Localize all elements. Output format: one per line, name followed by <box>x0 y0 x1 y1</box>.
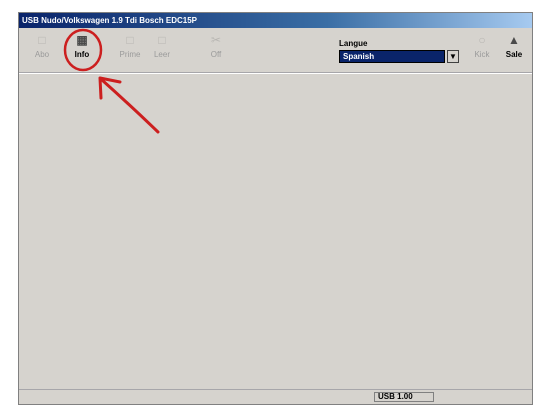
language-select[interactable]: Spanish <box>339 50 445 63</box>
toolbar-button-leer[interactable]: □ Leer <box>147 32 177 66</box>
toolbar-button-label: Leer <box>153 50 170 59</box>
title-bar[interactable]: USB Nudo/Volkswagen 1.9 Tdi Bosch EDC15P <box>19 13 532 28</box>
write-icon: □ <box>158 33 166 47</box>
info-icon: ▦ <box>76 33 88 47</box>
language-label: Langue <box>339 39 368 48</box>
main-workspace <box>19 73 532 389</box>
exit-icon: ▲ <box>508 33 520 47</box>
toolbar-button-label: Off <box>210 50 222 59</box>
toolbar-button-label: Sale <box>505 50 523 59</box>
cut-icon: ✂ <box>210 33 222 47</box>
toolbar-button-label: Kick <box>474 50 490 59</box>
toolbar-button-label: Abo <box>34 50 50 59</box>
language-selected-value: Spanish <box>343 52 375 61</box>
toolbar: □ Abo ▦ Info □ Prime □ Leer ✂ Off Langue… <box>19 28 532 73</box>
open-icon: □ <box>38 33 46 47</box>
window-title: USB Nudo/Volkswagen 1.9 Tdi Bosch EDC15P <box>22 16 197 25</box>
toolbar-button-abo[interactable]: □ Abo <box>27 32 57 66</box>
application-window: USB Nudo/Volkswagen 1.9 Tdi Bosch EDC15P… <box>18 12 533 405</box>
toolbar-button-label: Info <box>74 50 90 59</box>
toolbar-button-info[interactable]: ▦ Info <box>67 32 97 66</box>
toolbar-button-prime[interactable]: □ Prime <box>115 32 145 66</box>
chevron-down-icon: ▼ <box>449 52 457 61</box>
status-bar: USB 1.00 <box>19 389 532 404</box>
toolbar-button-kick[interactable]: ○ Kick <box>467 32 497 66</box>
language-dropdown-button[interactable]: ▼ <box>447 50 459 63</box>
status-text: USB 1.00 <box>378 392 413 401</box>
toolbar-button-sale[interactable]: ▲ Sale <box>499 32 529 66</box>
toolbar-button-label: Prime <box>119 50 141 59</box>
read-icon: □ <box>126 33 134 47</box>
status-panel: USB 1.00 <box>374 392 434 402</box>
toolbar-button-off[interactable]: ✂ Off <box>201 32 231 66</box>
kick-icon: ○ <box>478 33 486 47</box>
